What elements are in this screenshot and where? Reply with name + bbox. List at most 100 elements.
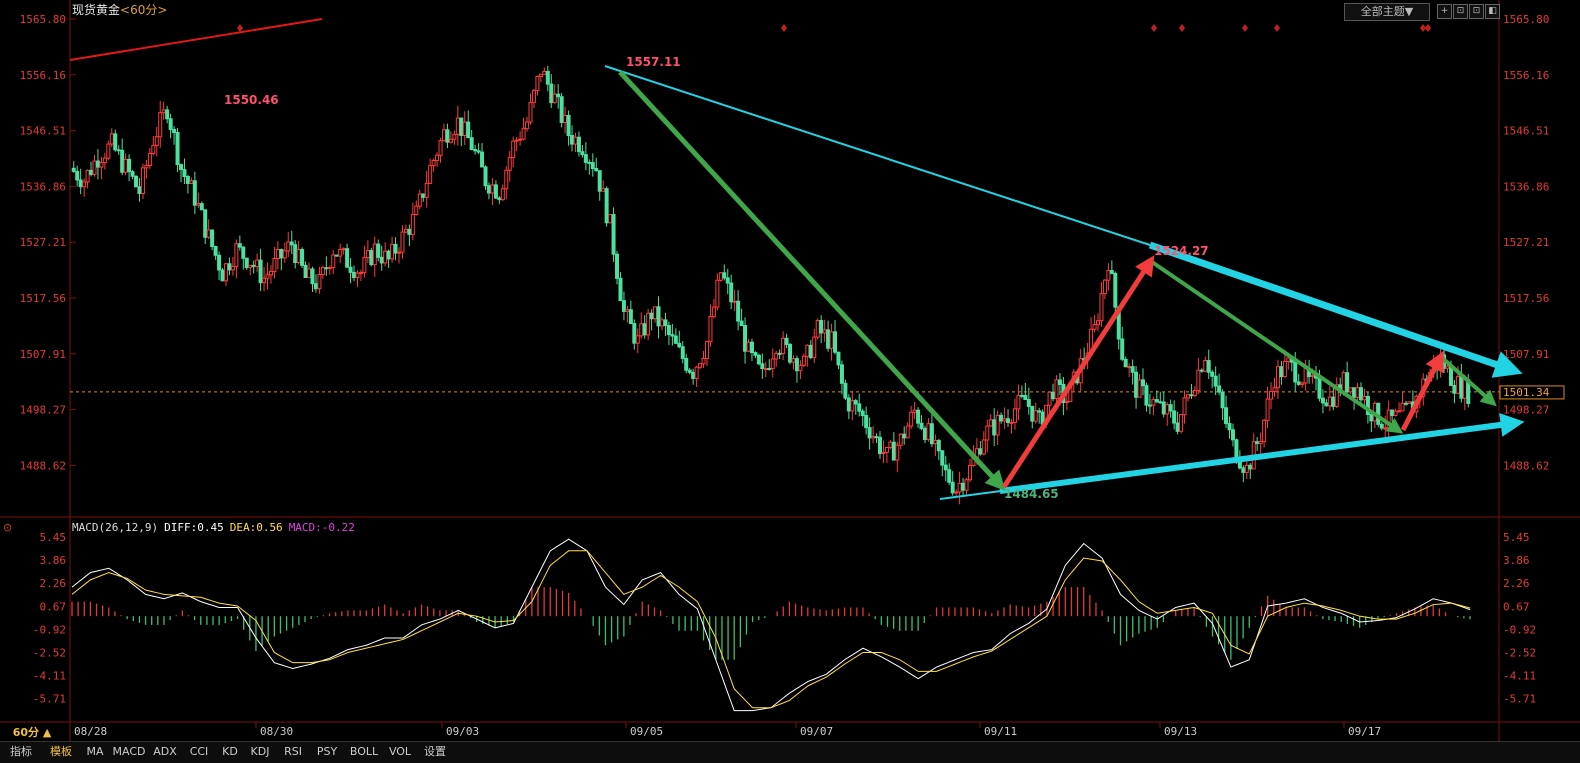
- candle-up: [383, 250, 388, 264]
- candle-up: [500, 188, 505, 201]
- tab-template[interactable]: 模板: [44, 744, 78, 760]
- kline-chart[interactable]: 1565.80 1565.80 1556.16 1556.16 1546.51 1546.…: [0, 0, 1580, 741]
- candle-down: [919, 422, 924, 429]
- candle-down: [846, 397, 851, 412]
- candle-down: [1210, 371, 1215, 377]
- candle-up: [1265, 398, 1270, 421]
- macd-tick-left: 3.86: [40, 554, 67, 567]
- add-icon[interactable]: +: [1437, 4, 1452, 19]
- candle-up: [781, 337, 786, 355]
- candle-up: [1203, 360, 1208, 372]
- candle-up: [511, 140, 516, 159]
- candle-up: [424, 182, 429, 198]
- tab-设置[interactable]: 设置: [420, 744, 450, 760]
- candle-down: [251, 264, 256, 268]
- candle-up: [1099, 293, 1104, 322]
- candle-up: [1445, 365, 1450, 369]
- candle-up: [625, 309, 630, 312]
- layout-icon[interactable]: ⊡: [1453, 4, 1468, 19]
- price-tick-right: 1546.51: [1503, 125, 1549, 138]
- candle-up: [774, 352, 779, 360]
- candle-down: [78, 179, 83, 188]
- candle-down: [1459, 375, 1464, 399]
- tab-adx[interactable]: ADX: [150, 744, 180, 760]
- candle-up: [144, 164, 149, 169]
- theme-dropdown[interactable]: 全部主题▼: [1344, 3, 1430, 21]
- tab-kdj[interactable]: KDJ: [246, 744, 274, 760]
- candle-up: [1355, 387, 1360, 398]
- candle-down: [1199, 369, 1204, 372]
- tab-cci[interactable]: CCI: [184, 744, 214, 760]
- candle-down: [1369, 413, 1374, 422]
- candle-down: [743, 324, 748, 352]
- candle-down: [199, 203, 204, 211]
- price-tick-left: 1536.86: [20, 180, 66, 193]
- tab-indicator[interactable]: 指标: [2, 744, 40, 760]
- candle-down: [120, 149, 125, 173]
- tab-ma[interactable]: MA: [82, 744, 108, 760]
- price-annotation: 1557.11: [626, 55, 681, 69]
- time-label: 09/17: [1348, 725, 1381, 738]
- chart-title: 现货黄金<60分>: [72, 2, 167, 19]
- candle-down: [172, 128, 177, 134]
- candle-down: [459, 117, 464, 136]
- candle-down: [192, 180, 197, 206]
- time-label: 09/11: [984, 725, 1017, 738]
- candle-up: [608, 214, 613, 224]
- candle-down: [559, 96, 564, 123]
- tab-rsi[interactable]: RSI: [278, 744, 308, 760]
- panel-icon[interactable]: ◧: [1485, 4, 1500, 19]
- candle-down: [684, 357, 689, 371]
- macd-tick-right: -0.92: [1503, 623, 1536, 636]
- candle-down: [393, 243, 398, 254]
- candle-up: [957, 482, 962, 493]
- candle-down: [1189, 394, 1194, 397]
- macd-tick-right: 5.45: [1503, 531, 1530, 544]
- price-tick-right: 1527.21: [1503, 236, 1549, 249]
- candle-down: [878, 436, 883, 455]
- candle-up: [635, 335, 640, 344]
- candle-down: [656, 306, 661, 327]
- candle-down: [279, 248, 284, 259]
- candle-up: [265, 274, 270, 279]
- candle-down: [1158, 401, 1163, 404]
- candle-up: [905, 425, 910, 439]
- candle-down: [480, 151, 485, 168]
- candle-down: [1345, 372, 1350, 393]
- candle-down: [673, 335, 678, 344]
- candle-down: [127, 158, 132, 173]
- candle-up: [1393, 410, 1398, 416]
- time-label: 09/05: [630, 725, 663, 738]
- tab-macd[interactable]: MACD: [112, 744, 146, 760]
- candle-down: [621, 300, 626, 312]
- period-selector[interactable]: 60分 ▲: [0, 724, 64, 741]
- tab-boll[interactable]: BOLL: [346, 744, 382, 760]
- settings-icon[interactable]: ⊙: [3, 521, 12, 534]
- candle-up: [438, 140, 443, 156]
- candle-up: [1009, 421, 1014, 424]
- candle-down: [753, 352, 758, 356]
- macd-tick-left: 2.26: [40, 577, 67, 590]
- candle-up: [286, 241, 291, 252]
- candle-down: [1390, 409, 1395, 416]
- candle-up: [1244, 464, 1249, 473]
- candle-down: [473, 149, 478, 152]
- candle-down: [687, 369, 692, 373]
- candle-down: [936, 439, 941, 452]
- candle-down: [1023, 394, 1028, 400]
- candle-up: [1127, 366, 1132, 369]
- price-tick-left: 1527.21: [20, 236, 66, 249]
- tab-vol[interactable]: VOL: [386, 744, 414, 760]
- candle-up: [708, 316, 713, 343]
- candle-down: [213, 246, 218, 256]
- candle-down: [376, 243, 381, 258]
- candle-up: [912, 409, 917, 413]
- candle-down: [220, 269, 225, 282]
- split-icon[interactable]: ⊡: [1469, 4, 1484, 19]
- tab-psy[interactable]: PSY: [312, 744, 342, 760]
- candle-up: [362, 257, 367, 274]
- candle-down: [677, 342, 682, 348]
- candle-down: [725, 277, 730, 284]
- tab-kd[interactable]: KD: [218, 744, 242, 760]
- candle-up: [397, 251, 402, 254]
